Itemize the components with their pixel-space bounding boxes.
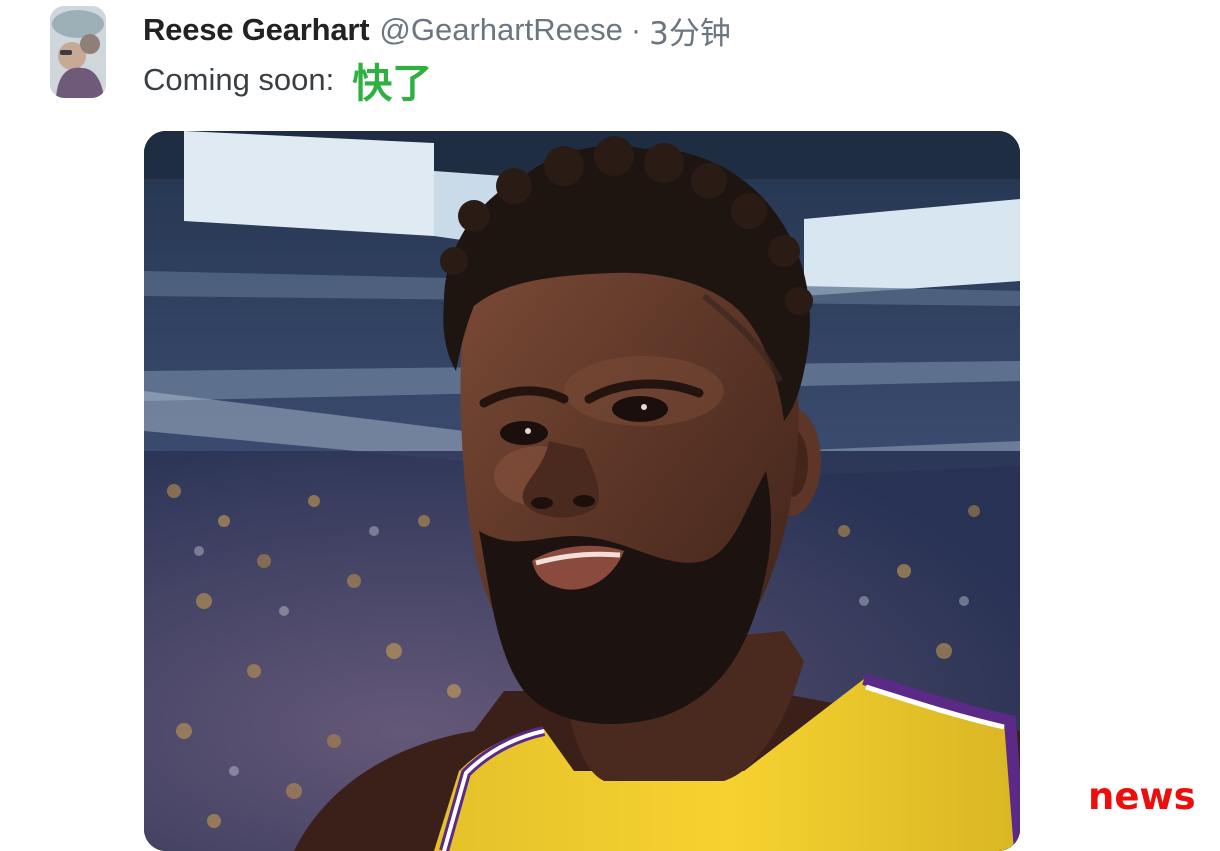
author-name[interactable]: Reese Gearhart [143,12,370,48]
tweet-timestamp[interactable]: 3分钟 [649,8,731,53]
tweet-media[interactable] [144,131,1020,851]
tweet-text-emphasis: 快了 [352,61,433,107]
author-avatar[interactable] [50,6,106,98]
watermark: news [1088,775,1196,818]
author-handle[interactable]: @GearhartReese [379,12,622,48]
tweet-header: Reese Gearhart @GearhartReese · 3分钟 [143,8,731,53]
avatar-image [50,6,106,98]
tweet-text: Coming soon: 快了 [143,54,433,107]
header-separator: · [630,12,642,47]
tweet-text-plain: Coming soon: [143,62,335,97]
player-photo [144,131,1020,851]
